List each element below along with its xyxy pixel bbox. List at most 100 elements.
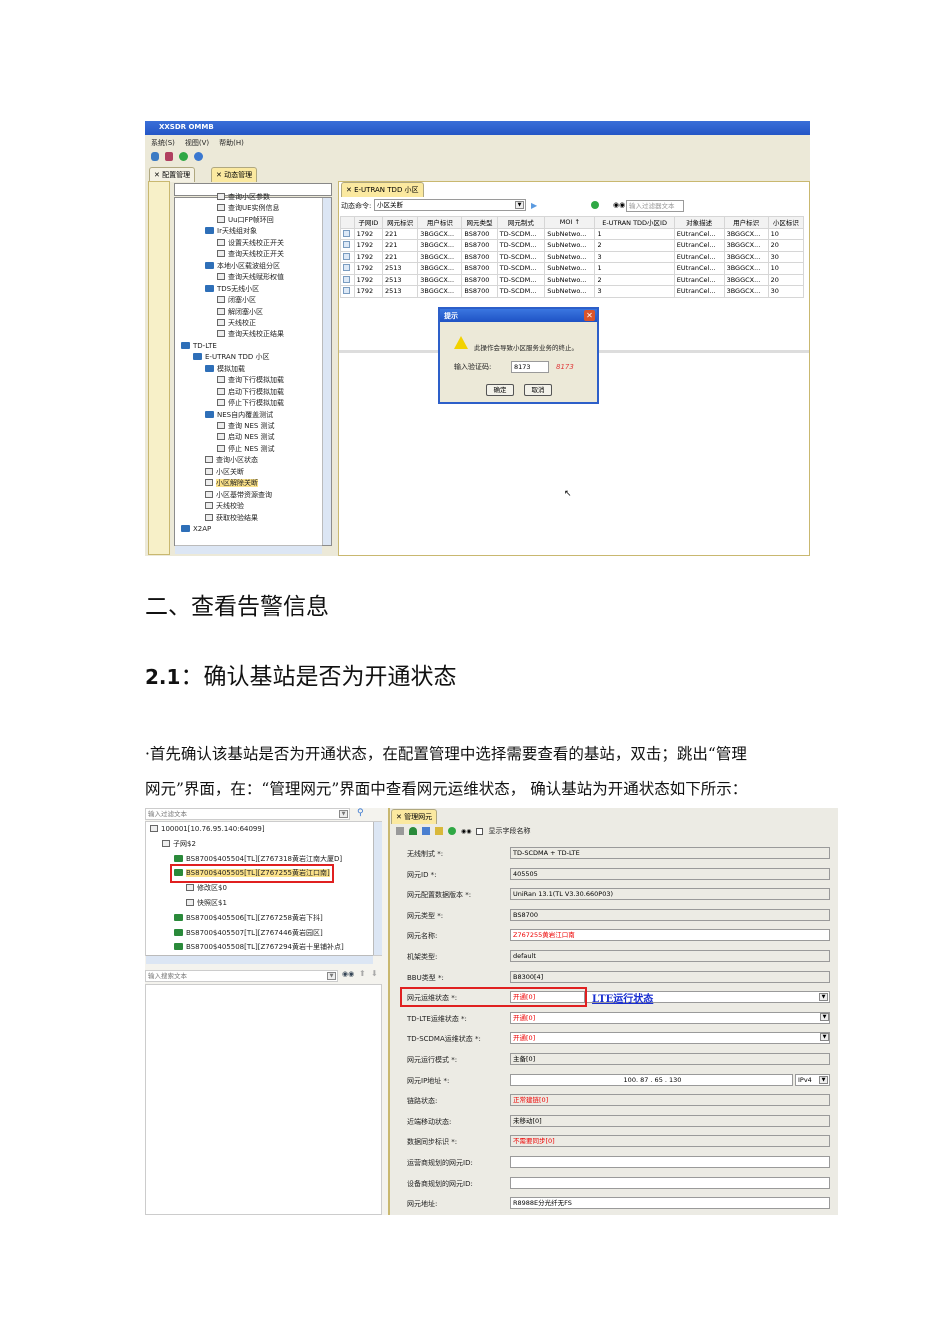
tree-hscrollbar[interactable] [146, 955, 373, 964]
tree-item[interactable]: TDS无线小区 [205, 284, 259, 295]
column-header[interactable]: 网元制式 [496, 216, 546, 229]
tree-item[interactable]: 停止 NES 测试 [217, 444, 275, 455]
refresh-icon[interactable] [448, 827, 456, 835]
menu-view[interactable]: 视图(V) [185, 138, 209, 148]
tree-item[interactable]: 查询UE实例信息 [217, 203, 280, 214]
ok-button[interactable]: 确定 [486, 384, 514, 396]
column-header[interactable]: 对象描述 [673, 216, 725, 229]
column-header[interactable]: 网元类型 [461, 216, 498, 229]
tree-item[interactable]: BS8700$405505[TL][Z767255黄岩江口南] [170, 864, 334, 884]
tree-item[interactable]: 小区关断 [205, 467, 244, 478]
save-icon[interactable] [422, 827, 430, 835]
form-field[interactable]: 405505 [510, 867, 830, 880]
row-checkbox[interactable] [343, 252, 350, 260]
arrow-up-icon[interactable]: ⬆ [359, 969, 366, 978]
tree-item[interactable]: 启动下行模拟加载 [217, 387, 284, 398]
tree-item[interactable]: 子网$2 [162, 839, 196, 850]
table-row[interactable]: 1792 221 3BGGCX... BS8700 TD-SCDM... SubNetwo… [340, 250, 805, 263]
code-input[interactable]: 8173 [511, 361, 549, 373]
arrow-down-icon[interactable]: ⬇ [371, 969, 378, 978]
menu-help[interactable]: 帮助(H) [219, 138, 244, 148]
refresh-icon[interactable] [591, 201, 599, 209]
form-field[interactable]: BS8700 [510, 908, 830, 921]
tree-item[interactable]: Uu口FP帧环回 [217, 215, 274, 226]
binoculars-icon[interactable]: ◉◉ [613, 201, 625, 209]
filter-input[interactable]: 输入过滤器文本 [626, 200, 684, 212]
column-header[interactable]: 用户标识 [417, 216, 463, 229]
form-field[interactable] [510, 1156, 830, 1168]
column-header[interactable]: 小区标识 [767, 216, 805, 229]
binoculars-icon[interactable]: ◉◉ [342, 970, 354, 978]
table-row[interactable]: 1792 2513 3BGGCX... BS8700 TD-SCDM... SubNetw… [340, 285, 805, 298]
tree-item[interactable]: 修改区$0 [186, 883, 227, 894]
form-field[interactable]: R8988E分光纤无FS [510, 1197, 830, 1210]
chevron-down-icon[interactable]: ▼ [820, 1033, 829, 1042]
command-select[interactable]: 小区关断 ▼ [374, 199, 526, 211]
form-field[interactable]: 不需要同步[0] [510, 1135, 830, 1148]
column-header[interactable]: MOI ↑ [544, 216, 596, 229]
row-checkbox[interactable] [343, 264, 350, 272]
tree-search-input[interactable]: 输入搜索文本 ▼ [145, 970, 338, 982]
tree-item[interactable]: 启动 NES 测试 [217, 432, 275, 443]
form-field[interactable]: B8300[4] [510, 970, 830, 983]
tree-item[interactable]: 查询天线校正开关 [217, 249, 284, 260]
tab-eutran-tdd-cell[interactable]: ✕ E-UTRAN TDD 小区 [341, 182, 424, 197]
row-checkbox[interactable] [343, 241, 350, 249]
form-field[interactable]: 100. 87 . 65 . 130 [510, 1073, 793, 1086]
column-header[interactable]: 子网ID [353, 216, 384, 229]
tree-item[interactable]: Ir天线组对象 [205, 226, 257, 237]
tree-item[interactable]: 停止下行模拟加载 [217, 398, 284, 409]
tree-item[interactable]: NES自内覆盖测试 [205, 410, 273, 421]
form-field[interactable]: Z767255黄岩江口南 [510, 929, 830, 942]
form-field[interactable] [510, 1176, 830, 1189]
tree-item[interactable]: 解闭塞小区 [217, 307, 263, 318]
column-header[interactable]: E-UTRAN TDD小区ID [594, 216, 675, 229]
chevron-down-icon[interactable]: ▼ [819, 1075, 828, 1084]
row-checkbox[interactable] [343, 229, 350, 237]
tree-item[interactable]: 天线校验 [205, 501, 244, 512]
row-checkbox[interactable] [343, 287, 350, 295]
tab-dynamic-management[interactable]: ✕ 动态管理 [211, 167, 258, 182]
tab-manage-ne[interactable]: ✕ 管理网元 [391, 809, 438, 824]
edit-icon[interactable] [396, 827, 404, 835]
tree-item[interactable]: 查询小区参数 [217, 192, 270, 203]
menu-system[interactable]: 系统(S) [151, 138, 175, 148]
table-row[interactable]: 1792 221 3BGGCX... BS8700 TD-SCDM... SubNetwo… [340, 239, 805, 252]
cancel-button[interactable]: 取消 [524, 384, 552, 396]
table-row[interactable]: 1792 221 3BGGCX... BS8700 TD-SCDM... SubNetwo… [340, 227, 805, 240]
tree-item[interactable]: X2AP [181, 524, 211, 535]
compare-icon[interactable] [435, 827, 443, 835]
close-icon[interactable]: ✕ [584, 310, 595, 321]
tree-item[interactable]: 闭塞小区 [217, 295, 256, 306]
form-field[interactable]: TD-SCDMA + TD-LTE [510, 847, 830, 859]
tab-config-management[interactable]: ✕ 配置管理 [149, 167, 196, 182]
tree-filter-input[interactable]: 输入过滤文本 ▼ [145, 808, 350, 820]
tree-hscrollbar[interactable] [175, 545, 322, 554]
tree-item[interactable]: 获取校验结果 [205, 513, 258, 524]
tree-item[interactable]: 查询天线校正结果 [217, 329, 284, 340]
tree-item[interactable]: 查询 NES 测试 [217, 421, 275, 432]
chevron-down-icon[interactable]: ▼ [820, 1012, 829, 1021]
column-header[interactable]: 网元标识 [382, 216, 419, 229]
tree-item[interactable]: 本地小区载波组分区 [205, 261, 280, 272]
table-row[interactable]: 1792 2513 3BGGCX... BS8700 TD-SCDM... SubNetw… [340, 273, 805, 286]
refresh-icon[interactable] [179, 152, 188, 161]
form-field[interactable]: UniRan 13.1(TL V3.30.660P03) [510, 888, 830, 901]
row-checkbox[interactable] [343, 275, 350, 283]
tree-item[interactable]: BS8700$405506[TL][Z767258黄岩下抖] [174, 913, 323, 924]
ip-type-select[interactable]: IPv4 ▼ [795, 1073, 830, 1086]
user-icon[interactable] [151, 152, 159, 161]
table-row[interactable]: 1792 2513 3BGGCX... BS8700 TD-SCDM... SubNetw… [340, 262, 805, 275]
dropdown-select[interactable]: ▼ [510, 1032, 830, 1044]
tree-item[interactable]: BS8700$405508[TL][Z767294黄岩十里铺补点] [174, 942, 344, 953]
tree-item[interactable]: 小区基带资源查询 [205, 490, 272, 501]
tree-item[interactable]: 模拟加载 [205, 364, 245, 375]
column-header[interactable]: 用户标识 [723, 216, 769, 229]
form-field[interactable]: 未移动[0] [510, 1114, 830, 1127]
binoculars-icon[interactable]: ◉◉ [461, 828, 471, 835]
tree-scrollbar[interactable] [322, 198, 331, 545]
show-field-names-checkbox[interactable] [476, 827, 484, 835]
tree-item[interactable]: 查询小区状态 [205, 455, 258, 466]
dropdown-select[interactable]: ▼ [510, 1012, 830, 1024]
tree-item[interactable]: BS8700$405507[TL][Z767446黄岩园区] [174, 928, 323, 939]
